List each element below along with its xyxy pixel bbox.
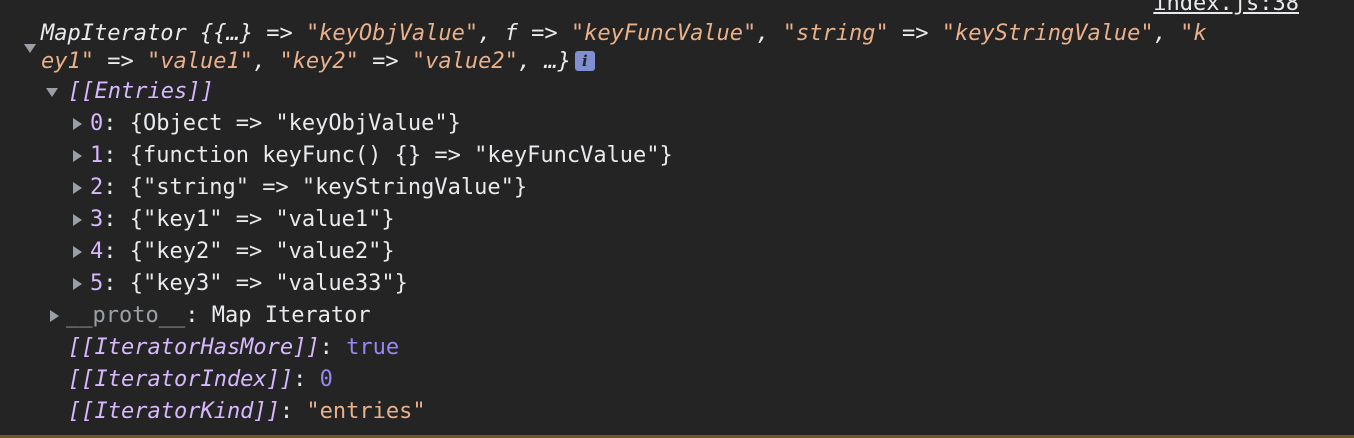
entry-text: : {"key2" => "value2"} (103, 239, 395, 264)
internal-sep: : (319, 335, 347, 360)
summary-arrow: => (93, 49, 147, 74)
entry-expand-icon[interactable] (73, 214, 82, 226)
entry-text: : {Object => "keyObjValue"} (103, 111, 461, 136)
entry-row[interactable]: 1: {function keyFunc() {} => "keyFuncVal… (90, 140, 673, 172)
internal-row-index: [[IteratorIndex]]: 0 (68, 364, 333, 396)
summary-sep: , (252, 49, 280, 74)
summary-key: "key2" (279, 49, 359, 74)
proto-row[interactable]: __proto__: Map Iterator (66, 300, 371, 332)
internal-key: [[IteratorIndex]] (68, 367, 294, 392)
info-icon[interactable]: i (574, 51, 595, 71)
internal-key: [[IteratorHasMore]] (68, 335, 320, 360)
entry-expand-icon[interactable] (73, 150, 82, 162)
summary-value: "keyStringValue" (941, 21, 1154, 46)
entry-index: 1 (90, 143, 104, 168)
entry-text: : {"key3" => "value33"} (103, 271, 408, 296)
entries-collapse-icon[interactable] (46, 88, 58, 97)
entry-row[interactable]: 0: {Object => "keyObjValue"} (90, 108, 461, 140)
entry-row[interactable]: 5: {"key3" => "value33"} (90, 268, 408, 300)
entry-text: : {function keyFunc() {} => "keyFuncValu… (103, 143, 673, 168)
entry-row[interactable]: 4: {"key2" => "value2"} (90, 236, 395, 268)
internal-sep: : (293, 367, 320, 392)
summary-value: "value1" (146, 49, 253, 74)
map-iterator-summary-cont[interactable]: ey1" => "value1", "key2" => "value2", …}… (41, 46, 595, 78)
type-name: MapIterator (41, 21, 187, 46)
entry-index: 2 (90, 175, 104, 200)
entry-text: : {"key1" => "value1"} (103, 207, 395, 232)
summary-value: "keyObjValue" (305, 21, 479, 46)
internal-key: [[IteratorKind]] (68, 399, 280, 424)
internal-row-has-more: [[IteratorHasMore]]: true (68, 332, 399, 364)
proto-value: Map Iterator (211, 303, 371, 328)
entry-index: 5 (90, 271, 104, 296)
summary-sep: , (478, 21, 505, 46)
proto-expand-icon[interactable] (50, 310, 59, 322)
entry-row[interactable]: 3: {"key1" => "value1"} (90, 204, 395, 236)
summary-key: "string" (782, 21, 889, 46)
summary-arrow: => (888, 21, 942, 46)
summary-key: ey1" (41, 49, 94, 74)
entry-index: 3 (90, 207, 104, 232)
proto-sep: : (185, 303, 212, 328)
summary-sep: , (756, 21, 783, 46)
summary-tail: , …} (517, 49, 571, 74)
summary-sep: , (1153, 21, 1181, 46)
proto-key: __proto__ (66, 303, 186, 328)
summary-open: { (186, 21, 214, 46)
entries-label[interactable]: [[Entries]] (68, 76, 214, 108)
entry-expand-icon[interactable] (73, 118, 82, 130)
internal-row-kind: [[IteratorKind]]: "entries" (68, 396, 426, 428)
source-location-link[interactable]: index.js:38 (1153, 0, 1299, 18)
internal-value-number: 0 (319, 367, 333, 392)
entry-expand-icon[interactable] (73, 182, 82, 194)
internal-value-string: "entries" (306, 399, 426, 424)
summary-obj-key: {…} (213, 21, 253, 46)
summary-arrow: => (517, 21, 571, 46)
collapse-toggle-icon[interactable] (24, 44, 36, 53)
summary-arrow: => (358, 49, 412, 74)
internal-value-bool: true (346, 335, 400, 360)
internal-sep: : (279, 399, 307, 424)
entry-index: 4 (90, 239, 104, 264)
summary-fn-key: f (504, 21, 518, 46)
summary-arrow: => (252, 21, 306, 46)
summary-value: "value2" (411, 49, 518, 74)
summary-value: "keyFuncValue" (570, 21, 757, 46)
entry-expand-icon[interactable] (73, 246, 82, 258)
entry-expand-icon[interactable] (73, 278, 82, 290)
entry-text: : {"string" => "keyStringValue"} (103, 175, 528, 200)
entry-row[interactable]: 2: {"string" => "keyStringValue"} (90, 172, 527, 204)
entry-index: 0 (90, 111, 104, 136)
summary-key: "k (1180, 21, 1207, 46)
